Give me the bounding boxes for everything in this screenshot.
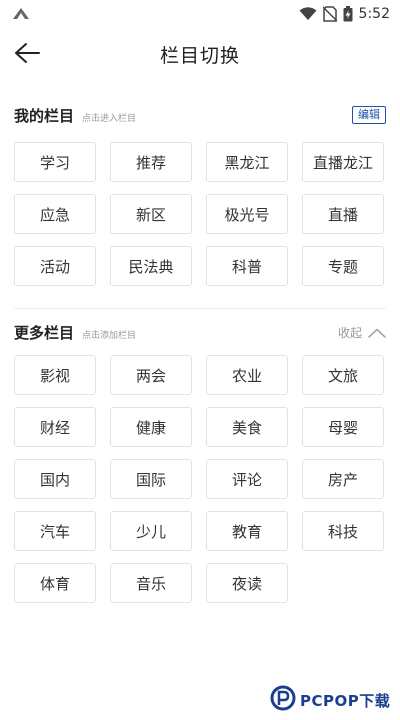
more-column-chip[interactable]: 评论 <box>206 459 288 499</box>
more-column-chip[interactable]: 影视 <box>14 355 96 395</box>
more-column-chip[interactable]: 体育 <box>14 563 96 603</box>
no-sim-icon <box>322 6 337 22</box>
status-left <box>12 5 30 24</box>
edit-button[interactable]: 编辑 <box>352 106 386 124</box>
my-columns-title: 我的栏目 <box>14 106 75 125</box>
my-column-chip[interactable]: 推荐 <box>110 142 192 182</box>
my-column-chip[interactable]: 直播 <box>302 194 384 234</box>
more-column-chip[interactable]: 财经 <box>14 407 96 447</box>
wifi-icon <box>299 7 317 21</box>
my-column-chip[interactable]: 直播龙江 <box>302 142 384 182</box>
my-columns-title-wrap: 我的栏目 点击进入栏目 <box>14 105 136 126</box>
more-column-chip[interactable]: 国际 <box>110 459 192 499</box>
more-column-chip[interactable]: 汽车 <box>14 511 96 551</box>
battery-charging-icon <box>343 6 353 22</box>
more-column-chip[interactable]: 少儿 <box>110 511 192 551</box>
my-column-chip[interactable]: 学习 <box>14 142 96 182</box>
page-title: 栏目切换 <box>159 44 240 67</box>
more-column-chip[interactable]: 音乐 <box>110 563 192 603</box>
more-columns-section: 更多栏目 点击添加栏目 收起 影视 两会 农业 文旅财经 健康 美食 母婴国内 国际 评论 房产汽… <box>0 313 400 603</box>
more-column-chip[interactable]: 科技 <box>302 511 384 551</box>
more-column-chip[interactable]: 教育 <box>206 511 288 551</box>
my-column-chip[interactable]: 活动 <box>14 246 96 286</box>
collapse-button[interactable]: 收起 <box>338 323 386 342</box>
my-column-chip[interactable]: 极光号 <box>206 194 288 234</box>
my-column-chip[interactable]: 应急 <box>14 194 96 234</box>
status-right: 5:52 <box>299 6 390 22</box>
watermark-text: PCPOP下载 <box>300 691 391 710</box>
more-column-chip[interactable]: 农业 <box>206 355 288 395</box>
collapse-label: 收起 <box>337 325 362 340</box>
my-columns-section: 我的栏目 点击进入栏目 编辑 学习 推荐 黑龙江 直播龙江应急 新区 极光号 直播活动 民法典… <box>0 96 400 286</box>
status-bar: 5:52 <box>0 0 400 28</box>
more-column-chip[interactable]: 文旅 <box>302 355 384 395</box>
more-columns-title: 更多栏目 <box>14 323 75 342</box>
my-column-chip[interactable]: 黑龙江 <box>206 142 288 182</box>
more-column-chip[interactable]: 国内 <box>14 459 96 499</box>
more-columns-title-wrap: 更多栏目 点击添加栏目 <box>14 322 136 343</box>
my-columns-header: 我的栏目 点击进入栏目 编辑 <box>14 96 386 134</box>
more-columns-hint: 点击添加栏目 <box>82 330 137 341</box>
pcpop-logo-icon <box>270 685 296 715</box>
section-divider <box>14 308 386 309</box>
more-column-chip[interactable]: 两会 <box>110 355 192 395</box>
more-column-chip[interactable]: 健康 <box>110 407 192 447</box>
back-button[interactable] <box>12 40 42 70</box>
my-columns-hint: 点击进入栏目 <box>82 113 137 124</box>
more-columns-grid: 影视 两会 农业 文旅财经 健康 美食 母婴国内 国际 评论 房产汽车 少儿 教育 科技体育 音乐 夜读 <box>14 351 386 603</box>
more-column-chip[interactable]: 房产 <box>302 459 384 499</box>
my-column-chip[interactable]: 新区 <box>110 194 192 234</box>
app-notification-icon <box>12 5 30 24</box>
my-column-chip[interactable]: 科普 <box>206 246 288 286</box>
more-column-chip[interactable]: 母婴 <box>302 407 384 447</box>
watermark: PCPOP下载 <box>270 680 400 720</box>
my-column-chip[interactable]: 专题 <box>302 246 384 286</box>
my-column-chip[interactable]: 民法典 <box>110 246 192 286</box>
more-columns-header: 更多栏目 点击添加栏目 收起 <box>14 313 386 351</box>
back-arrow-icon <box>14 42 40 68</box>
more-column-chip[interactable]: 美食 <box>206 407 288 447</box>
header: 栏目切换 <box>0 28 400 80</box>
more-column-chip[interactable]: 夜读 <box>206 563 288 603</box>
my-columns-grid: 学习 推荐 黑龙江 直播龙江应急 新区 极光号 直播活动 民法典 科普 专题 <box>14 134 386 286</box>
chevron-up-icon <box>368 323 386 342</box>
status-time: 5:52 <box>358 6 390 22</box>
